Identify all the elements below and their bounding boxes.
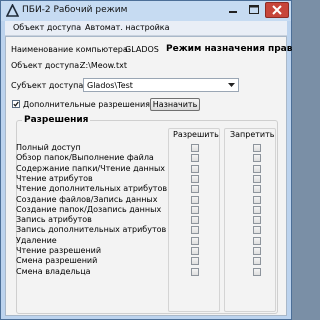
permission-label: Удаление <box>16 236 57 245</box>
maximize-icon <box>249 5 259 14</box>
deny-checkbox[interactable] <box>253 175 261 183</box>
allow-checkbox[interactable] <box>191 257 199 265</box>
permission-label: Создание файлов/Запись данных <box>16 195 158 204</box>
maximize-button[interactable] <box>244 2 264 18</box>
allow-checkbox[interactable] <box>191 226 199 234</box>
permission-label: Обзор папок/Выполнение файла <box>16 153 154 162</box>
main-window: ПБИ-2 Рабочий режим Объект доступа Автом… <box>0 0 292 320</box>
allow-checkbox[interactable] <box>191 206 199 214</box>
allow-checkbox[interactable] <box>191 237 199 245</box>
deny-checkbox[interactable] <box>253 268 261 276</box>
checkmark-icon <box>13 101 19 107</box>
client-area: Наименование компьютера: GLADOS Режим на… <box>5 36 292 316</box>
permission-label: Смена разрешений <box>16 256 98 265</box>
deny-checkbox[interactable] <box>253 247 261 255</box>
permission-label: Чтение атрибутов <box>16 174 93 183</box>
deny-checkbox[interactable] <box>253 257 261 265</box>
assign-button[interactable]: Назначить <box>150 98 200 111</box>
subject-label: Субъект доступа <box>11 81 84 90</box>
permission-label: Смена владельца <box>16 267 91 276</box>
deny-column-header: Запретить <box>230 130 275 139</box>
deny-checkbox[interactable] <box>253 237 261 245</box>
permission-label: Чтение дополнительных атрибутов <box>16 184 168 193</box>
permission-label: Содержание папки/Чтение данных <box>16 164 166 173</box>
permission-label: Запись дополнительных атрибутов <box>16 225 167 234</box>
allow-checkbox[interactable] <box>191 144 199 152</box>
deny-checkbox[interactable] <box>253 185 261 193</box>
allow-checkbox[interactable] <box>191 175 199 183</box>
title-bar[interactable]: ПБИ-2 Рабочий режим <box>1 1 291 21</box>
permission-label: Полный доступ <box>16 143 81 152</box>
minimize-icon <box>229 11 237 13</box>
close-button[interactable] <box>265 2 289 18</box>
deny-checkbox[interactable] <box>253 154 261 162</box>
triangle-app-icon <box>6 4 19 17</box>
minimize-button[interactable] <box>223 2 243 18</box>
extra-permissions-checkbox[interactable] <box>12 100 20 108</box>
close-icon <box>272 5 282 15</box>
allow-checkbox[interactable] <box>191 268 199 276</box>
access-object-label: Объект доступа: <box>11 61 82 70</box>
allow-checkbox[interactable] <box>191 185 199 193</box>
permissions-title: Разрешения <box>22 115 91 125</box>
permission-label: Создание папок/Дозапись данных <box>16 205 162 214</box>
allow-checkbox[interactable] <box>191 196 199 204</box>
permission-label: Чтение разрешений <box>16 246 102 255</box>
allow-checkbox[interactable] <box>191 216 199 224</box>
deny-checkbox[interactable] <box>253 196 261 204</box>
window-title: ПБИ-2 Рабочий режим <box>22 5 128 15</box>
deny-checkbox[interactable] <box>253 165 261 173</box>
deny-checkbox[interactable] <box>253 144 261 152</box>
access-object-value: Z:\Meow.txt <box>80 61 127 70</box>
subject-selected-value: Glados\Test <box>87 81 133 90</box>
chevron-down-icon[interactable] <box>226 80 237 90</box>
deny-checkbox[interactable] <box>253 216 261 224</box>
allow-column-header: Разрешить <box>173 130 219 139</box>
allow-checkbox[interactable] <box>191 165 199 173</box>
computer-name-value: GLADOS <box>125 45 159 54</box>
deny-checkbox[interactable] <box>253 206 261 214</box>
subject-combobox[interactable]: Glados\Test <box>83 78 239 92</box>
deny-column <box>224 128 276 312</box>
menu-bar: Объект доступа Автомат. настройка <box>5 21 287 36</box>
mode-title: Режим назначения прав <box>166 44 293 54</box>
menu-item-access-object[interactable]: Объект доступа <box>13 23 81 32</box>
permission-label: Запись атрибутов <box>16 215 92 224</box>
menu-item-auto-setup[interactable]: Автомат. настройка <box>85 23 170 32</box>
allow-checkbox[interactable] <box>191 154 199 162</box>
deny-checkbox[interactable] <box>253 226 261 234</box>
allow-checkbox[interactable] <box>191 247 199 255</box>
computer-name-label: Наименование компьютера: <box>11 45 131 54</box>
extra-permissions-label: Дополнительные разрешения <box>23 100 150 109</box>
